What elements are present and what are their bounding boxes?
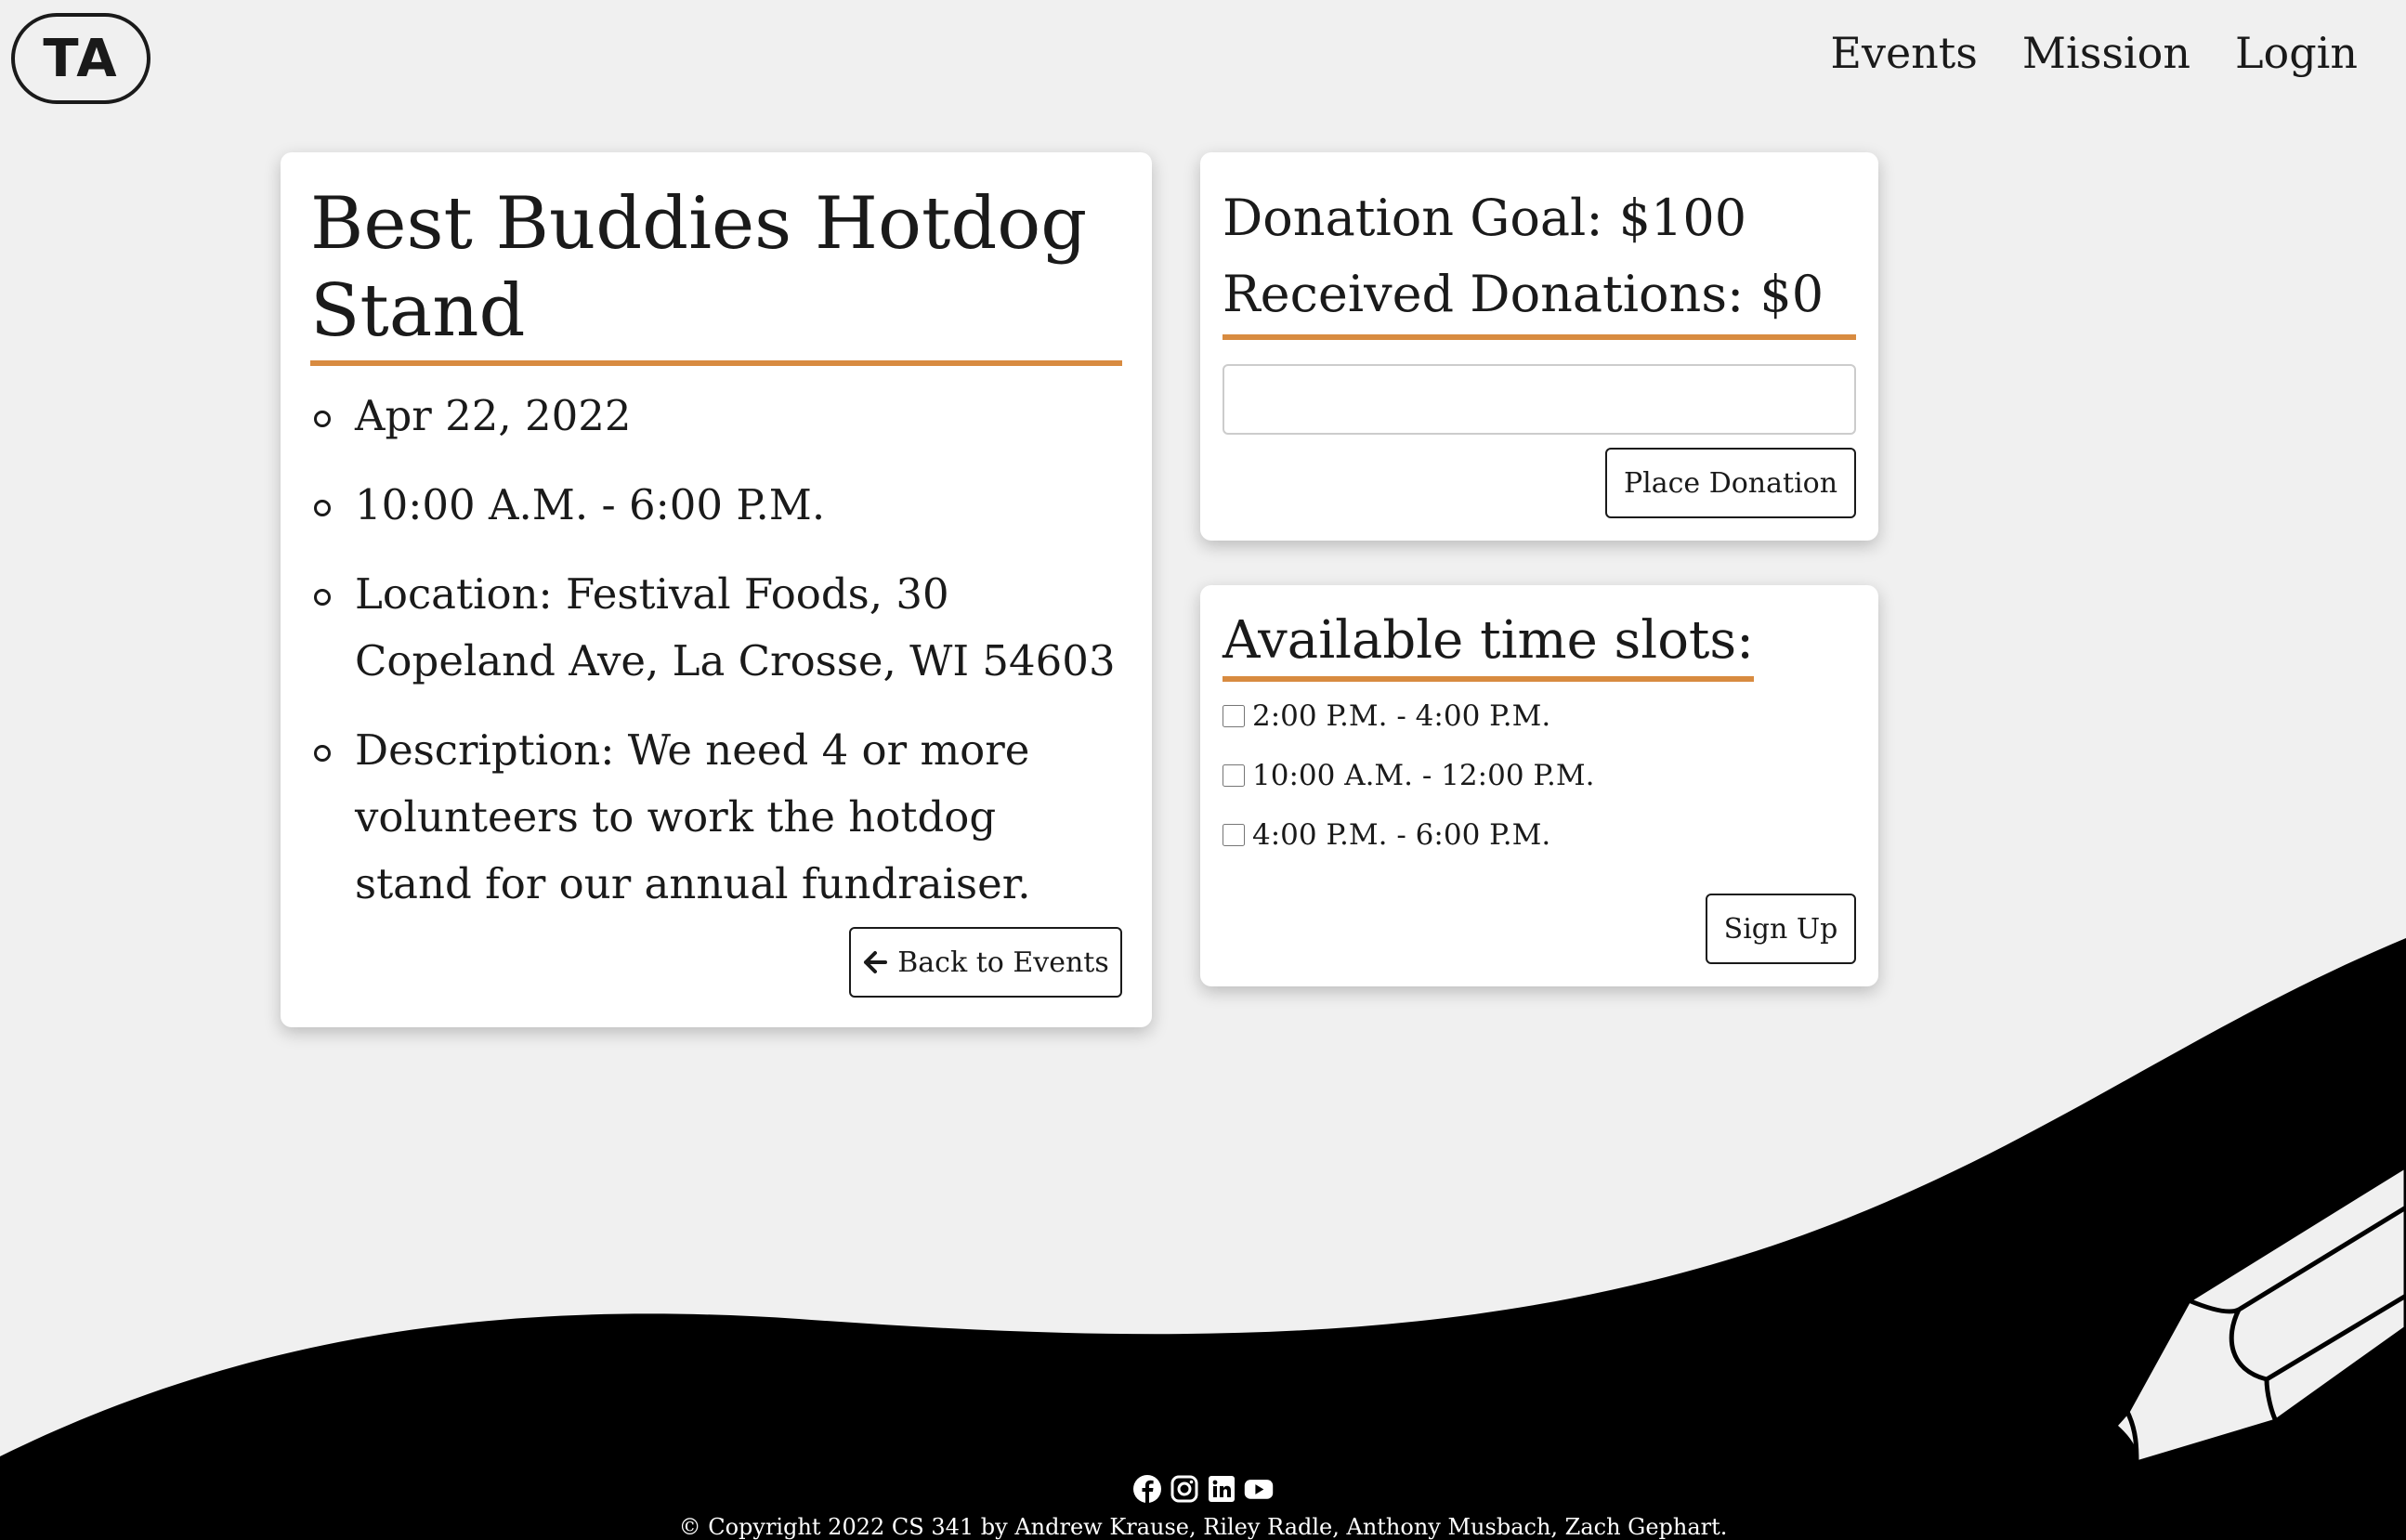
time-slot-label: 2:00 P.M. - 4:00 P.M. <box>1252 699 1551 733</box>
instagram-icon[interactable] <box>1169 1473 1200 1505</box>
social-links <box>0 1473 2406 1505</box>
event-details-card: Best Buddies Hotdog Stand Apr 22, 2022 1… <box>281 152 1152 1027</box>
time-slot-option[interactable]: 4:00 P.M. - 6:00 P.M. <box>1223 814 1856 856</box>
time-slot-option[interactable]: 10:00 A.M. - 12:00 P.M. <box>1223 754 1856 797</box>
time-slot-checkbox[interactable] <box>1223 824 1245 846</box>
event-description: Description: We need 4 or more volunteer… <box>310 717 1122 918</box>
donation-goal-text: Donation Goal: $100 <box>1223 189 1747 247</box>
main-nav: Events Mission Login <box>1830 28 2358 78</box>
donation-card: Donation Goal: $100 Received Donations: … <box>1200 152 1878 541</box>
back-to-events-label: Back to Events <box>897 946 1109 979</box>
event-details-list: Apr 22, 2022 10:00 A.M. - 6:00 P.M. Loca… <box>310 383 1122 918</box>
nav-mission-link[interactable]: Mission <box>2022 28 2190 78</box>
time-slot-checkbox[interactable] <box>1223 764 1245 787</box>
nav-login-link[interactable]: Login <box>2235 28 2358 78</box>
back-to-events-button[interactable]: Back to Events <box>849 927 1122 998</box>
time-slots-title: Available time slots: <box>1223 606 1755 682</box>
facebook-icon[interactable] <box>1131 1473 1163 1505</box>
event-title: Best Buddies Hotdog Stand <box>310 180 1122 366</box>
logo-home-link[interactable]: TA <box>11 13 150 104</box>
linkedin-icon[interactable] <box>1206 1473 1237 1505</box>
event-date: Apr 22, 2022 <box>310 383 1122 450</box>
time-slot-checkbox[interactable] <box>1223 705 1245 727</box>
sign-up-button[interactable]: Sign Up <box>1706 894 1856 964</box>
arrow-left-icon <box>864 951 888 973</box>
donation-amount-input[interactable] <box>1223 364 1856 435</box>
event-time: 10:00 A.M. - 6:00 P.M. <box>310 472 1122 539</box>
time-slots-card: Available time slots: 2:00 P.M. - 4:00 P… <box>1200 585 1878 986</box>
nav-events-link[interactable]: Events <box>1830 28 1978 78</box>
event-location: Location: Festival Foods, 30 Copeland Av… <box>310 561 1122 695</box>
place-donation-button[interactable]: Place Donation <box>1605 448 1856 518</box>
copyright-text: © Copyright 2022 CS 341 by Andrew Krause… <box>678 1514 1728 1540</box>
time-slot-label: 10:00 A.M. - 12:00 P.M. <box>1252 759 1595 792</box>
youtube-icon[interactable] <box>1243 1473 1275 1505</box>
time-slot-label: 4:00 P.M. - 6:00 P.M. <box>1252 818 1551 852</box>
received-donations-text: Received Donations: $0 <box>1223 256 1856 340</box>
time-slot-option[interactable]: 2:00 P.M. - 4:00 P.M. <box>1223 695 1856 737</box>
